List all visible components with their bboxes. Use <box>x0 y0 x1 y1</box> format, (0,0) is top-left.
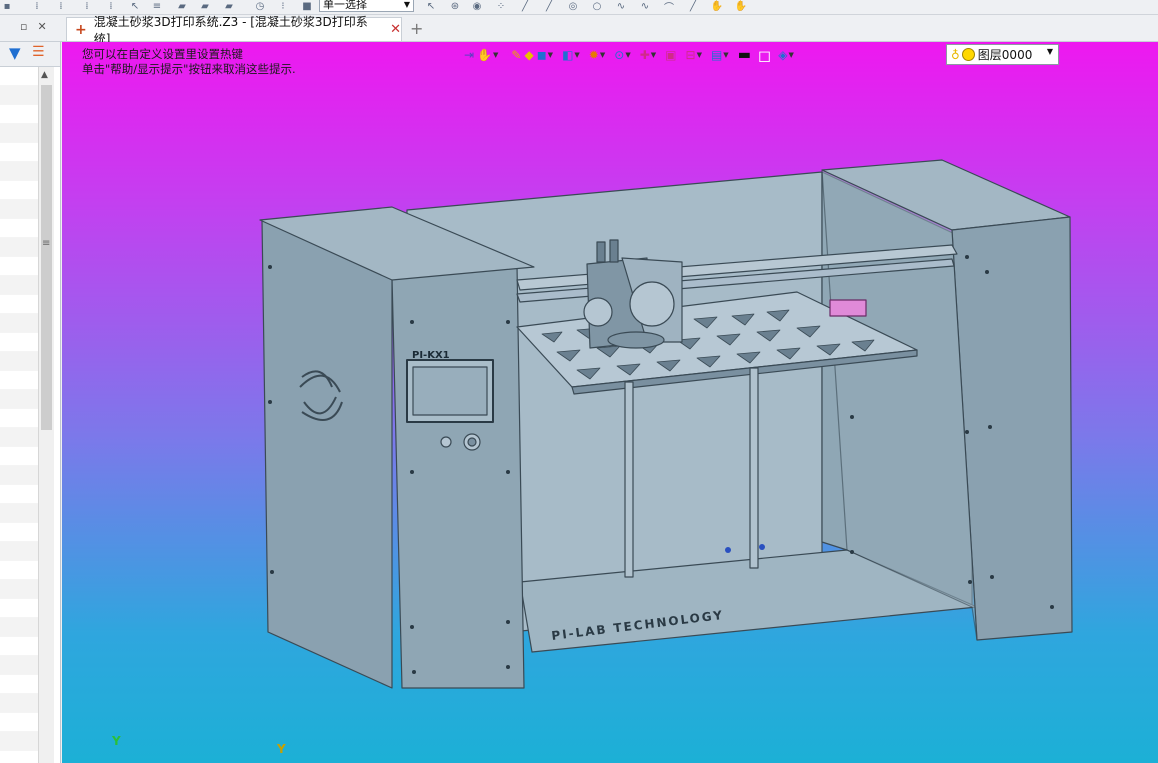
cursor-icon[interactable]: ↖ <box>128 0 142 12</box>
list-icon[interactable]: ☰ <box>32 44 45 60</box>
line-icon[interactable]: ╱ <box>542 0 556 12</box>
circle-icon[interactable]: ○ <box>590 0 604 12</box>
left-tower-front <box>391 264 525 689</box>
close-icon[interactable]: ✕ <box>37 20 46 33</box>
toolbar-icon[interactable]: ⁞ <box>54 0 68 12</box>
clock-icon[interactable]: ◷ <box>253 0 267 12</box>
restore-icon[interactable]: ▫ <box>20 20 27 33</box>
toolbar-icon[interactable]: ▪ <box>0 0 14 12</box>
select-mode-dropdown[interactable]: 单一选择 ▼ <box>319 0 414 12</box>
points-icon[interactable]: ⁘ <box>494 0 508 12</box>
toolbar-icon[interactable]: ⁞ <box>104 0 118 12</box>
folder-icon[interactable]: ▰ <box>222 0 236 12</box>
printer-model[interactable]: PI-KX1 PI-LAB TECHNOLOGY <box>62 42 1158 763</box>
curve-icon[interactable]: ∿ <box>614 0 628 12</box>
document-tab[interactable]: + 混凝土砂浆3D打印系统.Z3 - [混凝土砂浆3D打印系统] ✕ <box>66 15 402 46</box>
filter-icon[interactable]: ▼ <box>9 44 21 62</box>
folder-icon[interactable]: ▰ <box>198 0 212 12</box>
line-icon[interactable]: ╱ <box>686 0 700 12</box>
toolbar-icon[interactable]: ⁝ <box>276 0 290 12</box>
modified-icon: + <box>75 21 87 38</box>
arc-icon[interactable]: ⌒ <box>662 0 676 14</box>
splitter-grip-icon[interactable]: ≡ <box>42 238 50 249</box>
panel-controls: ▫ ✕ <box>20 20 57 33</box>
folder-icon[interactable]: ▰ <box>175 0 189 12</box>
stop-icon[interactable]: ■ <box>300 0 314 12</box>
panel-label: PI-KX1 <box>412 350 450 361</box>
scroll-thumb[interactable] <box>41 85 52 430</box>
close-tab-icon[interactable]: ✕ <box>390 22 401 37</box>
filter-icon[interactable]: ↖ <box>424 0 438 12</box>
left-tower-side <box>261 219 393 689</box>
hand-icon[interactable]: ✋ <box>710 0 724 12</box>
3d-viewport[interactable]: 您可以在自定义设置里设置热键 单击"帮助/显示提示"按钮来取消这些提示. ⇥ ✋… <box>62 42 1158 763</box>
toolbar-icon[interactable]: ⁞ <box>30 0 44 12</box>
select-mode-value: 单一选择 <box>323 0 367 11</box>
endstop-component <box>829 299 867 317</box>
left-panel: ▼ ☰ ▲ ≡ <box>0 42 61 763</box>
new-tab-icon[interactable]: + <box>410 19 423 38</box>
toolbar-icon[interactable]: ⊛ <box>448 0 462 12</box>
history-list <box>0 67 38 751</box>
list-icon[interactable]: ≡ <box>150 0 164 12</box>
line-icon[interactable]: ╱ <box>518 0 532 12</box>
play-icon[interactable]: ◉ <box>470 0 484 12</box>
left-panel-toolbar: ▼ ☰ <box>0 42 60 67</box>
vertical-scrollbar[interactable]: ▲ <box>38 67 54 763</box>
curve-icon[interactable]: ∿ <box>638 0 652 12</box>
hand-icon[interactable]: ✋ <box>734 0 748 12</box>
toolbar-icon[interactable]: ⁞ <box>80 0 94 12</box>
axis-indicator-y: Y <box>112 734 121 748</box>
circle-icon[interactable]: ◎ <box>566 0 580 12</box>
axis-indicator-y-secondary: Y <box>277 742 286 756</box>
chevron-down-icon: ▼ <box>403 0 410 9</box>
document-tab-bar: ▫ ✕ + 混凝土砂浆3D打印系统.Z3 - [混凝土砂浆3D打印系统] ✕ + <box>0 15 1158 46</box>
scroll-up-icon[interactable]: ▲ <box>41 70 48 80</box>
